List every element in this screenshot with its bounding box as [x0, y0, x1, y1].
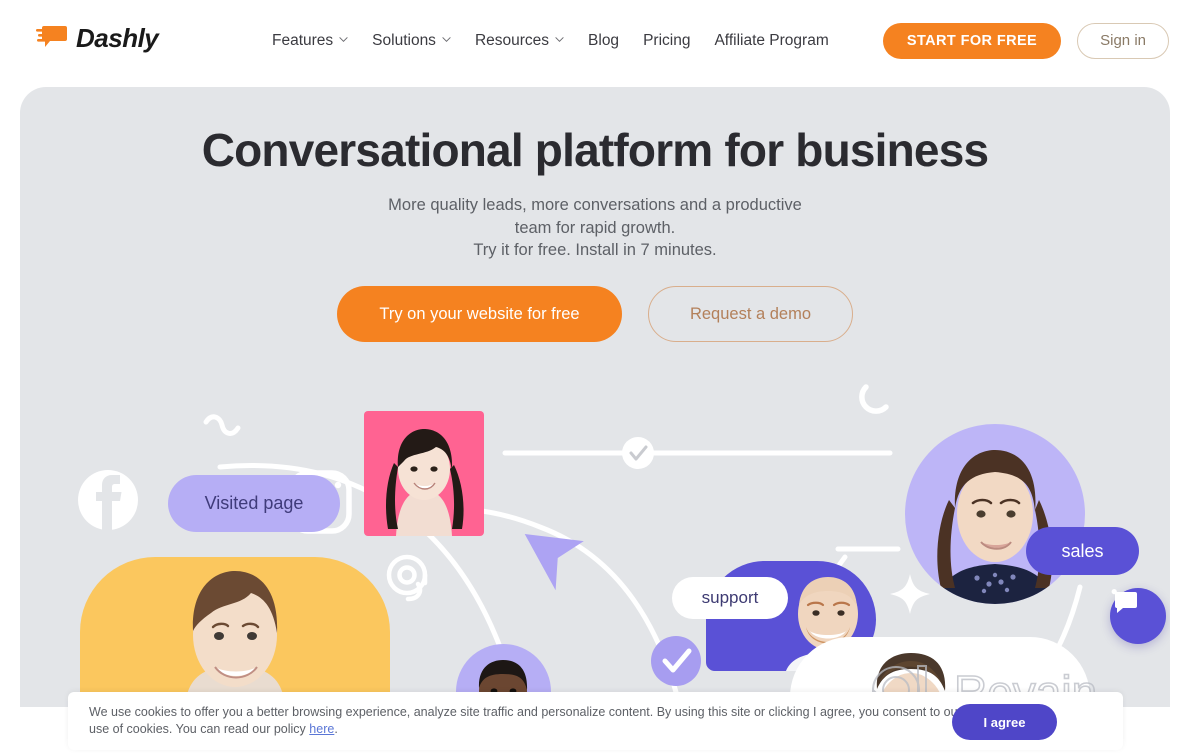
- cookie-message-text: We use cookies to offer you a better bro…: [89, 705, 962, 736]
- cookie-consent-banner: We use cookies to offer you a better bro…: [68, 692, 1123, 750]
- tag-support[interactable]: support: [672, 577, 788, 619]
- start-for-free-button[interactable]: START FOR FREE: [882, 23, 1062, 59]
- squiggle-icon: [203, 414, 241, 436]
- crescent-icon: [859, 384, 889, 414]
- tag-label: sales: [1061, 540, 1104, 561]
- hero-section: Visited page support sales Conversationa…: [20, 87, 1170, 707]
- chat-widget-button[interactable]: [1110, 588, 1166, 644]
- cookie-message-suffix: .: [334, 722, 338, 736]
- dashly-speech-bubble-icon: [36, 24, 67, 52]
- brand-name: Dashly: [76, 23, 159, 53]
- facebook-icon: [78, 470, 138, 530]
- hero-subtitle-line-1: More quality leads, more conversations a…: [388, 196, 802, 214]
- hero-cta-group: Try on your website for free Request a d…: [20, 286, 1170, 342]
- nav-item-solutions[interactable]: Solutions: [360, 30, 463, 52]
- tag-sales[interactable]: sales: [1026, 527, 1139, 575]
- nav-item-features[interactable]: Features: [272, 30, 360, 52]
- request-demo-button[interactable]: Request a demo: [648, 286, 853, 342]
- nav-actions: START FOR FREE Sign in: [882, 23, 1169, 59]
- top-navigation-bar: Dashly Features Solutions Resources Blog…: [0, 0, 1190, 87]
- chevron-down-icon: [339, 35, 348, 44]
- chevron-down-icon: [555, 35, 564, 44]
- cursor-arrow-icon: [524, 534, 584, 591]
- nav-item-resources[interactable]: Resources: [463, 30, 576, 52]
- nav-item-blog[interactable]: Blog: [576, 30, 631, 52]
- nav-item-label: Features: [272, 32, 334, 49]
- cookie-message: We use cookies to offer you a better bro…: [68, 704, 973, 738]
- check-circle-icon: [622, 437, 654, 469]
- nav-item-affiliate-program[interactable]: Affiliate Program: [702, 30, 840, 52]
- hero-subtitle-line-2: team for rapid growth.: [514, 218, 676, 237]
- chevron-down-icon: [442, 35, 451, 44]
- tag-label: support: [701, 588, 759, 607]
- nav-item-pricing[interactable]: Pricing: [631, 30, 702, 52]
- page-title: Conversational platform for business: [201, 124, 989, 176]
- at-symbol-icon: [386, 554, 428, 602]
- tag-label: Visited page: [204, 493, 304, 513]
- page-root: Dashly Features Solutions Resources Blog…: [0, 0, 1190, 753]
- hero-subtitle-line-3: Try it for free. Install in 7 minutes.: [473, 241, 717, 259]
- hero-illustration: Visited page support sales: [20, 87, 1170, 707]
- portrait-light-purple-circle: [905, 424, 1085, 604]
- hero-subtitle: More quality leads, more conversations a…: [20, 194, 1170, 262]
- nav-item-label: Resources: [474, 32, 550, 49]
- check-circle-icon: [651, 636, 701, 686]
- brand-logo[interactable]: Dashly: [36, 23, 159, 53]
- sign-in-button[interactable]: Sign in: [1077, 23, 1169, 59]
- nav-links: Features Solutions Resources Blog Pricin…: [272, 30, 841, 52]
- try-on-your-website-button[interactable]: Try on your website for free: [337, 286, 622, 342]
- portrait-yellow-blob: [80, 557, 390, 707]
- cookie-agree-button[interactable]: I agree: [952, 704, 1057, 740]
- portrait-pink-square: [364, 411, 484, 536]
- tag-visited-page[interactable]: Visited page: [168, 475, 340, 532]
- cookie-policy-link[interactable]: here: [309, 722, 334, 736]
- nav-item-label: Solutions: [372, 32, 436, 49]
